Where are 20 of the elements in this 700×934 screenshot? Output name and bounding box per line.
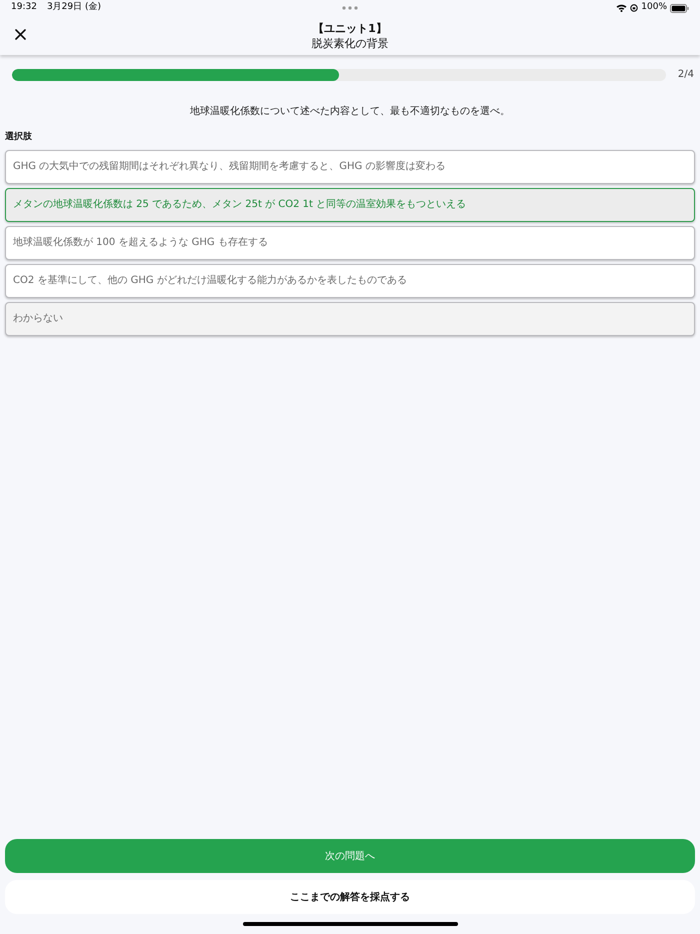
close-icon — [14, 28, 26, 40]
question-text: 地球温暖化係数について述べた内容として、最も不適切なものを選べ。 — [189, 104, 511, 119]
status-time: 19:32 — [11, 1, 37, 14]
grade-answers-button[interactable]: ここまでの解答を採点する — [5, 880, 695, 914]
choices-heading: 選択肢 — [5, 131, 32, 144]
next-question-button[interactable]: 次の問題へ — [5, 839, 695, 873]
battery-icon — [670, 4, 689, 12]
progress-count: 2/4 — [678, 68, 694, 82]
answer-option[interactable]: CO2 を基準にして、他の GHG がどれだけ温暖化する能力があるかを表したものである — [5, 264, 695, 298]
wifi-icon — [616, 4, 628, 12]
answer-option[interactable]: メタンの地球温暖化係数は 25 であるため、メタン 25t が CO2 1t と同等の温室効果をもつといえる — [5, 188, 695, 222]
battery-percent: 100% — [641, 1, 667, 14]
lesson-title: 脱炭素化の背景 — [312, 36, 388, 50]
orientation-lock-icon — [630, 4, 638, 12]
unit-title: 【ユニット1】 — [313, 20, 387, 36]
answer-option[interactable]: 地球温暖化係数が 100 を超えるような GHG も存在する — [5, 226, 695, 260]
answer-option[interactable]: わからない — [5, 302, 695, 336]
status-date: 3月29日 (金) — [46, 1, 101, 14]
more-dots-icon — [342, 6, 358, 10]
answer-option[interactable]: GHG の大気中での残留期間はそれぞれ異なり、残留期間を考慮すると、GHG の影響度は変わる — [5, 150, 695, 184]
